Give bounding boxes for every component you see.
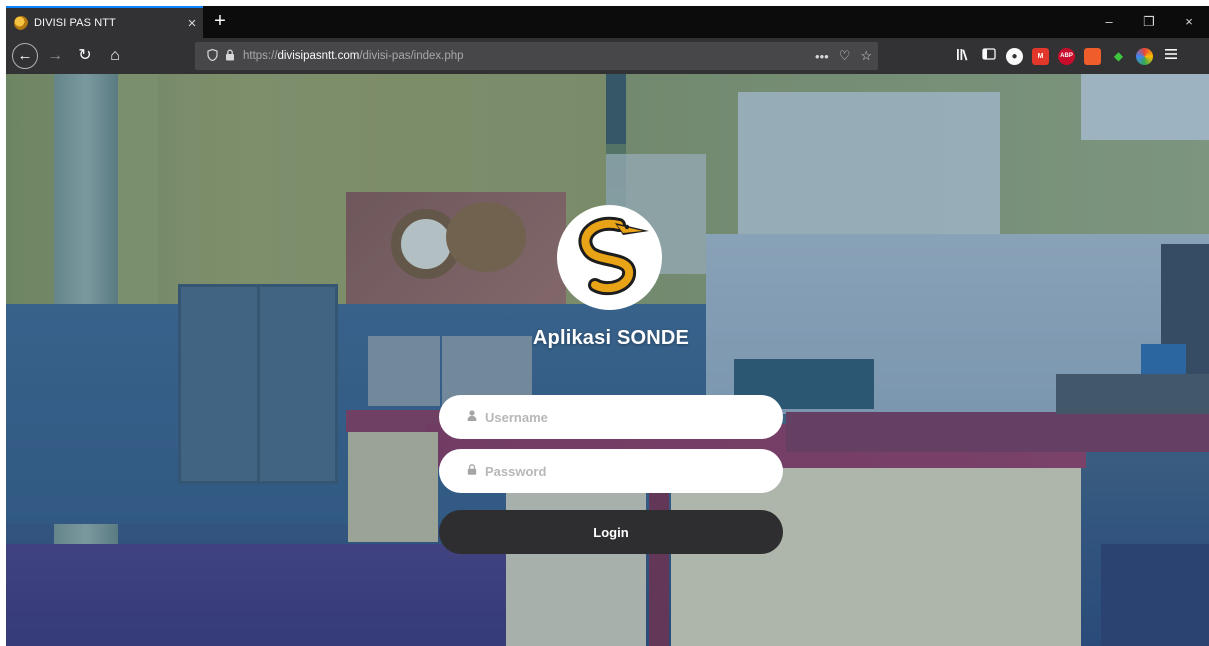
browser-window: DIVISI PAS NTT × + – ❐ × ← → ↻ ⌂ https:/… <box>6 6 1209 646</box>
address-bar[interactable]: https://divisipasntt.com/divisi-pas/inde… <box>195 42 878 70</box>
extension-orange-icon[interactable] <box>1084 47 1101 65</box>
forward-button[interactable]: → <box>42 43 68 69</box>
page-content: Aplikasi SONDE Login <box>6 74 1209 646</box>
toolbar-extensions: ● M ABP ◆ <box>954 43 1179 69</box>
page-actions-icon[interactable]: ••• <box>815 49 829 64</box>
url-host: divisipasntt.com <box>277 50 360 62</box>
new-tab-button[interactable]: + <box>209 9 231 33</box>
window-controls: – ❐ × <box>1089 6 1209 38</box>
url-path: /divisi-pas/index.php <box>359 50 464 62</box>
home-button[interactable]: ⌂ <box>102 43 128 69</box>
back-button[interactable]: ← <box>12 43 38 69</box>
login-button[interactable]: Login <box>439 510 783 554</box>
tab-title: DIVISI PAS NTT <box>34 17 116 29</box>
minimize-button[interactable]: – <box>1089 6 1129 38</box>
username-field[interactable] <box>439 395 783 439</box>
password-input[interactable] <box>485 463 765 479</box>
password-field[interactable] <box>439 449 783 493</box>
url-scheme: https:// <box>243 50 278 62</box>
tab-divisi-pas[interactable]: DIVISI PAS NTT × <box>6 6 203 38</box>
url-text[interactable]: https://divisipasntt.com/divisi-pas/inde… <box>243 50 464 62</box>
close-tab-icon[interactable]: × <box>181 15 203 32</box>
menu-icon[interactable] <box>1162 48 1179 65</box>
user-icon <box>465 410 479 424</box>
app-title: Aplikasi SONDE <box>532 327 690 349</box>
pocket-icon[interactable]: ♡ <box>839 48 851 64</box>
username-input[interactable] <box>485 409 765 425</box>
account-icon[interactable]: ● <box>1006 47 1023 65</box>
extension-red-icon[interactable]: M <box>1032 47 1049 65</box>
restore-button[interactable]: ❐ <box>1129 6 1169 38</box>
library-icon[interactable] <box>954 48 971 65</box>
navigation-bar: ← → ↻ ⌂ https://divisipasntt.com/divisi-… <box>6 38 1209 74</box>
shield-icon[interactable] <box>203 48 221 64</box>
login-panel: Aplikasi SONDE Login <box>6 74 1209 646</box>
url-actions: ••• ♡ ☆ <box>815 42 872 70</box>
tab-strip: DIVISI PAS NTT × + – ❐ × <box>6 6 1209 38</box>
bookmark-star-icon[interactable]: ☆ <box>860 48 872 64</box>
reload-button[interactable]: ↻ <box>72 43 98 69</box>
extension-color-icon[interactable] <box>1136 47 1153 65</box>
favicon-icon <box>14 16 28 30</box>
extension-green-icon[interactable]: ◆ <box>1110 48 1127 65</box>
sidebar-icon[interactable] <box>980 47 997 65</box>
lock-icon <box>465 464 479 478</box>
sonde-logo <box>557 205 662 310</box>
close-window-button[interactable]: × <box>1169 6 1209 38</box>
adblock-icon[interactable]: ABP <box>1058 47 1075 65</box>
lock-icon[interactable] <box>221 49 239 64</box>
